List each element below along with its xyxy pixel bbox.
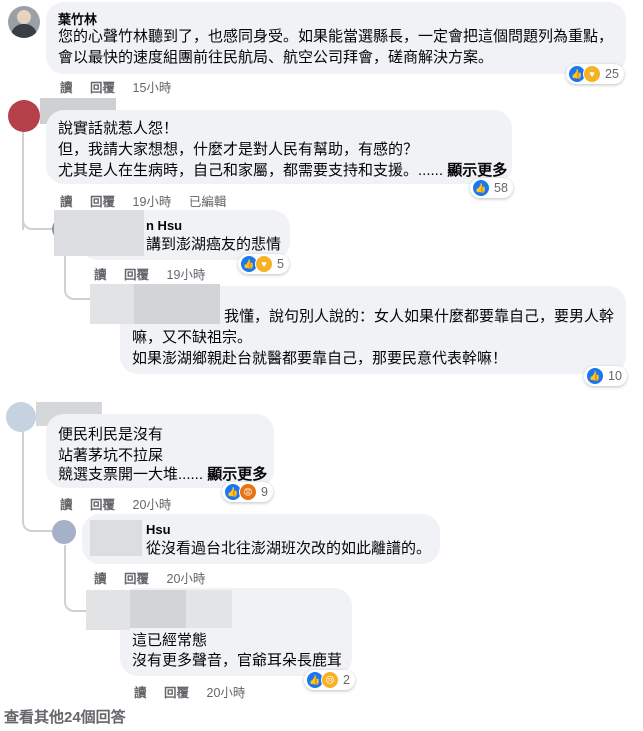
comment-actions: 讀 回覆 20小時 (134, 682, 259, 701)
sad-icon: 😢 (321, 671, 339, 689)
read-link[interactable]: 讀 (60, 81, 73, 95)
comment-text-line: 從沒看過台北往澎湖班次改的如此離譜的。 (146, 540, 432, 557)
see-more-link[interactable]: 顯示更多 (207, 466, 267, 483)
see-more-link[interactable]: 顯示更多 (447, 162, 507, 179)
reaction-summary[interactable]: 👍 ♥ 5 (238, 254, 289, 274)
read-link[interactable]: 讀 (134, 686, 147, 700)
comment-bubble: 便民利民是沒有 站著茅坑不拉屎 競選支票開一大堆...... 顯示更多 (46, 414, 274, 488)
redacted-name (130, 590, 186, 628)
edited-label[interactable]: 已編輯 (189, 195, 227, 209)
redacted-name (134, 284, 220, 324)
thread-curve (22, 500, 52, 532)
angry-icon: 😡 (239, 483, 257, 501)
read-link[interactable]: 讀 (60, 498, 73, 512)
reaction-count: 5 (277, 257, 284, 271)
comment-bubble: 葉竹林 您的心聲竹林聽到了，也感同身受。如果能當選縣長，一定會把這個問題列為重點… (46, 2, 626, 74)
redacted-avatar (86, 590, 130, 630)
comment-bubble: 說實話就惹人怨！ 但，我請大家想想，什麼才是對人民有幫助，有感的？ 尤其是人在生… (46, 110, 512, 184)
comment-text-line: 沒有更多聲音，官爺耳朵長鹿茸 (132, 652, 343, 669)
reaction-summary[interactable]: 👍 10 (584, 366, 627, 386)
reaction-count: 10 (608, 369, 622, 383)
avatar[interactable] (6, 402, 36, 432)
reaction-summary[interactable]: 👍 😢 2 (304, 670, 355, 690)
comment-author[interactable]: Hsu (146, 522, 171, 537)
comment-text-line: 我懂，說句別人說的：女人如果什麼都要靠自己，要男人幹 (224, 308, 615, 325)
comment-text-line: 您的心聲竹林聽到了，也感同身受。如果能當選縣長，一定會把這個問題列為重點， (58, 28, 614, 45)
comment-text-line: 會以最快的速度組團前往民航局、航空公司拜會，磋商解決方案。 (58, 49, 494, 66)
avatar[interactable] (52, 520, 76, 544)
timestamp[interactable]: 20小時 (207, 686, 246, 700)
read-link[interactable]: 讀 (94, 572, 107, 586)
comment-text-line: 講到澎湖癌友的悲情 (146, 236, 282, 253)
comment-text-line: 但，我請大家想想，什麼才是對人民有幫助，有感的？ (58, 141, 419, 158)
reply-link[interactable]: 回覆 (124, 268, 149, 282)
reply-link[interactable]: 回覆 (164, 686, 189, 700)
reaction-count: 9 (261, 485, 268, 499)
thread-curve (22, 200, 52, 230)
reaction-summary[interactable]: 👍 ♥ 25 (566, 64, 624, 84)
comment-text-line: 這已經常態 (132, 632, 208, 649)
comment-actions: 讀 回覆 19小時 已編輯 (60, 191, 240, 210)
avatar[interactable] (8, 100, 40, 132)
read-link[interactable]: 讀 (60, 195, 73, 209)
comment-text-line: 如果澎湖鄉親赴台就醫都要靠自己，那要民意代表幹嘛！ (132, 350, 508, 367)
comment-actions: 讀 回覆 20小時 (60, 494, 185, 513)
reaction-summary[interactable]: 👍 58 (470, 178, 513, 198)
reply-link[interactable]: 回覆 (90, 81, 115, 95)
timestamp[interactable]: 20小時 (167, 572, 206, 586)
timestamp[interactable]: 20小時 (133, 498, 172, 512)
comment-actions: 讀 回覆 19小時 (94, 264, 219, 283)
care-icon: ♥ (255, 255, 273, 273)
reaction-summary[interactable]: 👍 😡 9 (222, 482, 273, 502)
reaction-count: 2 (343, 673, 350, 687)
timestamp[interactable]: 19小時 (133, 195, 172, 209)
comment-text-line: 說實話就惹人怨！ (58, 120, 179, 137)
redacted-name (90, 520, 142, 556)
comment-actions: 讀 回覆 20小時 (94, 568, 219, 587)
comment-actions: 讀 回覆 15小時 (60, 77, 185, 96)
reply-link[interactable]: 回覆 (124, 572, 149, 586)
redacted-name (186, 590, 232, 628)
avatar[interactable] (8, 6, 40, 38)
comment-text-line: 尤其是人在生病時，自己和家屬，都需要支持和支援。...... 顯示更多 (58, 162, 508, 179)
reply-link[interactable]: 回覆 (90, 498, 115, 512)
read-link[interactable]: 讀 (94, 268, 107, 282)
comment-text-line: 便民利民是沒有 (58, 426, 164, 443)
redacted-name (54, 210, 144, 256)
timestamp[interactable]: 15小時 (133, 81, 172, 95)
like-icon: 👍 (586, 367, 604, 385)
like-icon: 👍 (472, 179, 490, 197)
timestamp[interactable]: 19小時 (167, 268, 206, 282)
thread-line (22, 430, 24, 500)
redacted-avatar (90, 284, 134, 324)
reply-link[interactable]: 回覆 (90, 195, 115, 209)
comment-text-line: 嘛，又不缺祖宗。 (132, 329, 253, 346)
reaction-count: 58 (494, 181, 508, 195)
comment-author[interactable]: n Hsu (146, 218, 182, 233)
view-more-replies-link[interactable]: 查看其他24個回答 (4, 706, 126, 727)
care-icon: ♥ (583, 65, 601, 83)
reaction-count: 25 (605, 67, 619, 81)
